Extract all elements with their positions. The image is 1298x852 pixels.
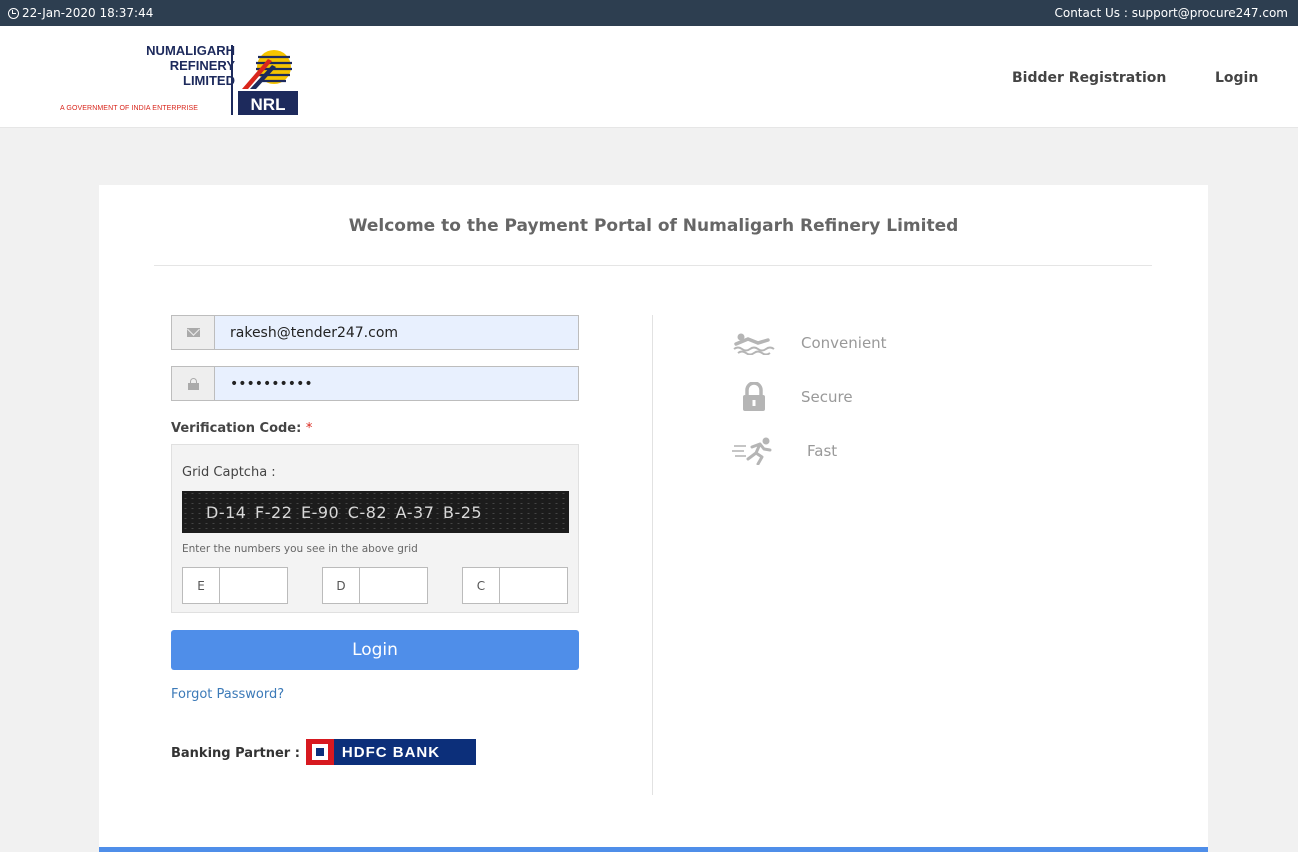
captcha-cell-1: E [182, 567, 288, 604]
captcha-cell-2: D [322, 567, 428, 604]
forgot-password-link[interactable]: Forgot Password? [171, 687, 284, 702]
verification-label-text: Verification Code: [171, 421, 302, 436]
captcha-image: D-14 F-22 E-90 C-82 A-37 B-25 [182, 491, 569, 533]
feature-label: Secure [801, 388, 853, 406]
feature-fast: Fast [729, 436, 837, 466]
nav-login[interactable]: Login [1215, 70, 1258, 86]
captcha-cell-input-3[interactable] [500, 568, 567, 603]
clock-icon [8, 7, 19, 19]
envelope-icon [186, 328, 200, 337]
hdfc-emblem-icon [305, 739, 334, 765]
top-bar: 22-Jan-2020 18:37:44 Contact Us : suppor… [0, 0, 1298, 26]
header: NUMALIGARH REFINERY LIMITED A GOVERNMENT… [0, 26, 1298, 128]
feature-convenient: Convenient [729, 328, 887, 358]
logo-text: NUMALIGARH REFINERY LIMITED [146, 43, 235, 88]
nrl-logo[interactable]: NUMALIGARH REFINERY LIMITED A GOVERNMENT… [60, 43, 305, 118]
required-mark: * [305, 421, 313, 436]
datetime: 22-Jan-2020 18:37:44 [8, 6, 153, 20]
captcha-cell-input-1[interactable] [220, 568, 287, 603]
password-field [171, 366, 579, 401]
grid-captcha-label: Grid Captcha : [182, 465, 276, 480]
captcha-cell-key: E [183, 568, 220, 603]
captcha-cell-3: C [462, 567, 568, 604]
nav-bidder-registration[interactable]: Bidder Registration [1012, 70, 1166, 86]
title-divider [154, 265, 1152, 266]
lock-icon [729, 382, 779, 412]
runner-icon [729, 436, 779, 466]
lock-icon [187, 377, 199, 390]
swimmer-icon [729, 328, 779, 358]
banking-partner: Banking Partner : HDFC BANK [171, 739, 476, 765]
hdfc-bank-logo: HDFC BANK [305, 739, 476, 765]
password-addon [172, 367, 215, 400]
feature-label: Convenient [801, 334, 887, 352]
verification-code-label: Verification Code: * [171, 421, 312, 436]
captcha-cell-key: D [323, 568, 360, 603]
logo-line-1: NUMALIGARH [146, 43, 235, 58]
captcha-box: Grid Captcha : D-14 F-22 E-90 C-82 A-37 … [171, 444, 579, 613]
datetime-text: 22-Jan-2020 18:37:44 [22, 6, 154, 20]
captcha-hint: Enter the numbers you see in the above g… [182, 543, 418, 555]
page-title: Welcome to the Payment Portal of Numalig… [348, 216, 959, 236]
bank-name: HDFC BANK [341, 743, 441, 761]
feature-label: Fast [807, 442, 838, 460]
email-field [171, 315, 579, 350]
captcha-cell-input-2[interactable] [360, 568, 427, 603]
email-addon [172, 316, 215, 349]
logo-line-2: REFINERY [169, 58, 235, 73]
contact-us[interactable]: Contact Us : support@procure247.com [1054, 6, 1288, 20]
logo-brand-text: NRL [251, 95, 286, 114]
login-card: Welcome to the Payment Portal of Numalig… [99, 185, 1208, 852]
login-button[interactable]: Login [171, 630, 579, 670]
logo-line-3: LIMITED [183, 73, 235, 88]
captcha-cell-key: C [463, 568, 500, 603]
column-divider [652, 315, 653, 795]
captcha-text: D-14 F-22 E-90 C-82 A-37 B-25 [206, 502, 483, 522]
logo-tagline: A GOVERNMENT OF INDIA ENTERPRISE [60, 105, 199, 112]
nrl-emblem-icon: NRL [238, 45, 298, 115]
logo-divider [231, 45, 233, 115]
email-input[interactable] [215, 316, 578, 349]
password-input[interactable] [215, 367, 578, 400]
feature-secure: Secure [729, 382, 853, 412]
banking-partner-label: Banking Partner : [171, 745, 300, 761]
